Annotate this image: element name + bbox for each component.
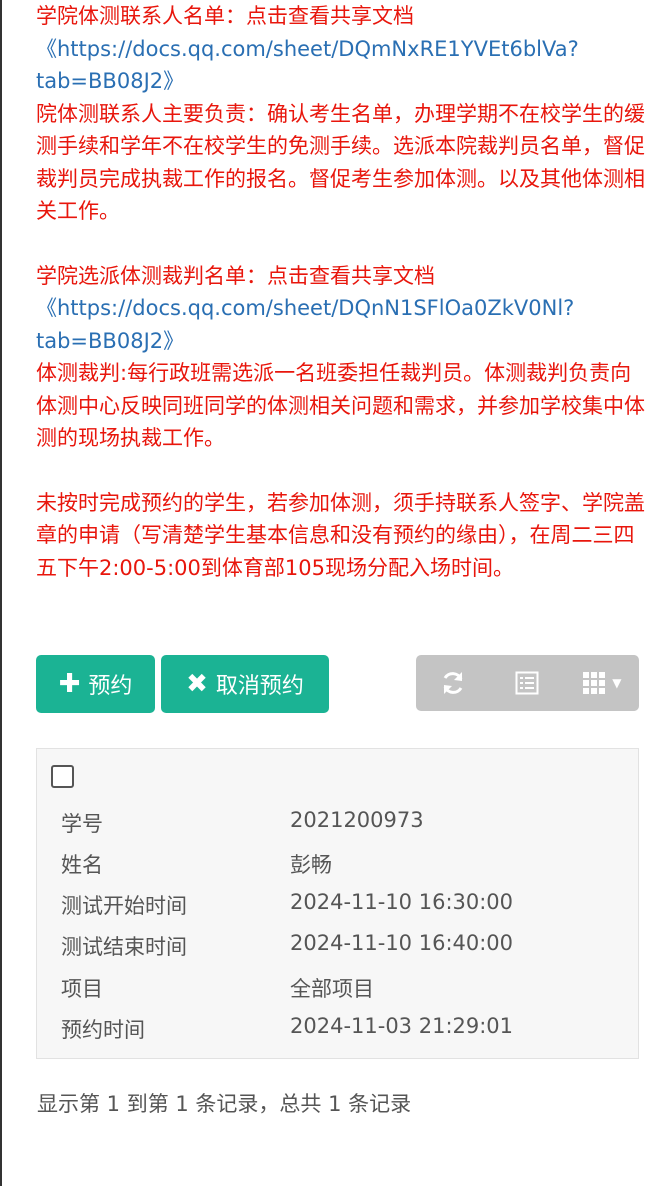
college-contact-duty: 院体测联系人主要负责：确认考生名单，办理学期不在校学生的缓测手续和学年不在校学生… (36, 101, 645, 224)
field-value: 全部项目 (290, 977, 374, 1001)
x-icon: ✖ (186, 669, 208, 699)
referee-duty: 体测裁判:每行政班需选派一名班委担任裁判员。体测裁判负责向体测中心反映同班同学的… (36, 361, 645, 450)
grid-columns-icon (583, 672, 606, 694)
left-border (0, 0, 2, 1186)
add-reservation-label: 预约 (88, 674, 133, 699)
college-contact-title: 学院体测联系人名单：点击查看共享文档 (36, 4, 414, 28)
pagination-info: 显示第 1 到第 1 条记录，总共 1 条记录 (37, 1092, 412, 1116)
toggle-view-button[interactable] (490, 655, 564, 711)
field-value: 2024-11-03 21:29:01 (290, 1014, 514, 1038)
table-toolbar: ✚ 预约 ✖ 取消预约 ▼ (36, 655, 639, 713)
add-reservation-button[interactable]: ✚ 预约 (36, 655, 155, 713)
field-row-end-time: 测试结束时间 2024-11-10 16:40:00 (61, 931, 621, 961)
field-value: 2021200973 (290, 808, 424, 832)
field-label: 姓名 (61, 853, 103, 877)
field-label: 项目 (61, 977, 103, 1001)
field-row-student-id: 学号 2021200973 (61, 808, 621, 838)
view-tools: ▼ (416, 655, 639, 711)
field-value: 彭畅 (290, 853, 332, 877)
field-label: 测试结束时间 (61, 935, 187, 959)
cancel-reservation-button[interactable]: ✖ 取消预约 (161, 655, 329, 713)
field-row-booked-time: 预约时间 2024-11-03 21:29:01 (61, 1014, 621, 1044)
refresh-button[interactable] (416, 655, 490, 711)
columns-dropdown-button[interactable]: ▼ (565, 655, 639, 711)
referee-title: 学院选派体测裁判名单：点击查看共享文档 (36, 263, 435, 288)
referee-link[interactable]: 《https://docs.qq.com/sheet/DQnN1SFlOa0Zk… (36, 296, 574, 353)
cancel-reservation-label: 取消预约 (215, 674, 304, 699)
field-row-start-time: 测试开始时间 2024-11-10 16:30:00 (61, 890, 621, 920)
plus-icon: ✚ (58, 669, 81, 699)
late-notice: 未按时完成预约的学生，若参加体测，须手持联系人签字、学院盖章的申请（写清楚学生基… (36, 490, 645, 580)
chevron-down-icon: ▼ (612, 676, 622, 690)
list-view-icon (515, 671, 539, 695)
field-value: 2024-11-10 16:30:00 (290, 890, 514, 914)
college-contact-link[interactable]: 《https://docs.qq.com/sheet/DQmNxRE1YVEt6… (36, 37, 579, 94)
row-select-checkbox[interactable] (51, 765, 74, 788)
field-label: 测试开始时间 (61, 894, 187, 918)
field-row-name: 姓名 彭畅 (61, 849, 621, 879)
notice-panel: 学院体测联系人名单：点击查看共享文档 《https://docs.qq.com/… (36, 0, 646, 584)
field-label: 预约时间 (61, 1018, 145, 1042)
field-value: 2024-11-10 16:40:00 (290, 931, 514, 955)
field-label: 学号 (61, 812, 103, 836)
field-row-item: 项目 全部项目 (61, 973, 621, 1003)
refresh-icon (443, 672, 463, 694)
reservation-card: 学号 2021200973 姓名 彭畅 测试开始时间 2024-11-10 16… (36, 748, 639, 1059)
